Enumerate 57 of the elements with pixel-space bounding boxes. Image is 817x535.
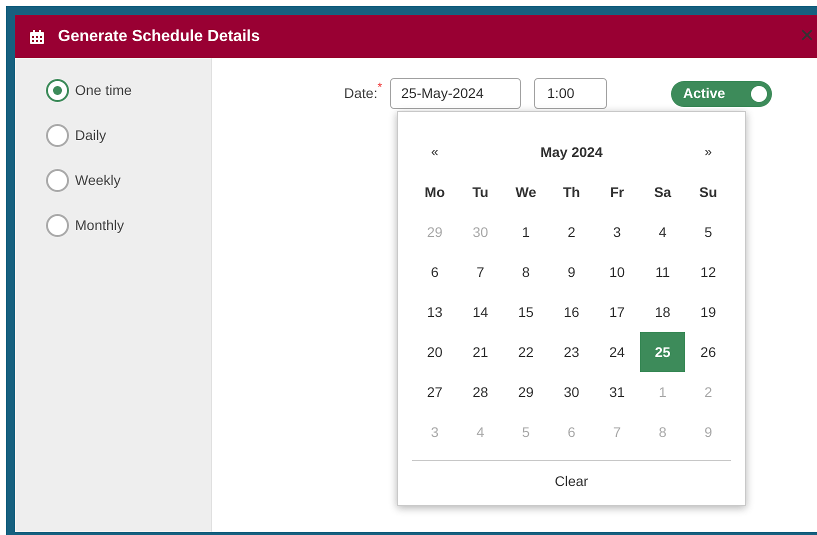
dialog-title: Generate Schedule Details bbox=[58, 26, 260, 46]
calendar-icon bbox=[29, 28, 45, 44]
weekday-header: Mo bbox=[424, 182, 446, 202]
calendar-day[interactable]: 24 bbox=[594, 332, 640, 372]
calendar-day[interactable]: 20 bbox=[412, 332, 458, 372]
calendar-day[interactable]: 28 bbox=[458, 372, 504, 412]
radio-button[interactable] bbox=[46, 214, 69, 237]
radio-button[interactable] bbox=[46, 169, 69, 192]
calendar-day[interactable]: 17 bbox=[594, 292, 640, 332]
calendar-day[interactable]: 29 bbox=[503, 372, 549, 412]
calendar-day[interactable]: 2 bbox=[548, 212, 594, 252]
calendar-day[interactable]: 16 bbox=[548, 292, 594, 332]
calendar-day[interactable]: 5 bbox=[685, 212, 731, 252]
calendar-day[interactable]: 8 bbox=[503, 252, 549, 292]
calendar-day[interactable]: 15 bbox=[503, 292, 549, 332]
active-toggle[interactable]: Active bbox=[671, 80, 772, 106]
calendar-day[interactable]: 23 bbox=[548, 332, 594, 372]
previous-month-button[interactable]: « bbox=[412, 132, 458, 172]
required-mark: * bbox=[377, 79, 382, 96]
radio-label: Weekly bbox=[75, 171, 121, 190]
calendar-day[interactable]: 30 bbox=[548, 372, 594, 412]
calendar-day[interactable]: 7 bbox=[458, 252, 504, 292]
calendar-day[interactable]: 25 bbox=[640, 332, 686, 372]
date-label: Date: bbox=[344, 84, 378, 103]
calendar-day[interactable]: 18 bbox=[640, 292, 686, 332]
calendar-day[interactable]: 27 bbox=[412, 372, 458, 412]
radio-button[interactable] bbox=[46, 79, 69, 102]
calendar-day[interactable]: 1 bbox=[503, 212, 549, 252]
radio-label: One time bbox=[75, 81, 132, 100]
weekday-header: Tu bbox=[471, 182, 490, 202]
weekday-header: Su bbox=[698, 182, 718, 202]
calendar-day[interactable]: 19 bbox=[685, 292, 731, 332]
calendar-day[interactable]: 11 bbox=[640, 252, 686, 292]
calendar-day[interactable]: 31 bbox=[594, 372, 640, 412]
date-field[interactable]: 25-May-2024 bbox=[390, 78, 522, 109]
weekday-header: We bbox=[514, 182, 538, 202]
calendar-day[interactable]: 13 bbox=[412, 292, 458, 332]
calendar-day[interactable]: 22 bbox=[503, 332, 549, 372]
radio-label: Daily bbox=[75, 126, 106, 145]
time-field[interactable]: 1:00 bbox=[534, 78, 608, 109]
weekday-header: Th bbox=[562, 182, 582, 202]
radio-label: Monthly bbox=[75, 216, 124, 235]
clear-button[interactable]: Clear bbox=[546, 471, 596, 492]
calendar-day[interactable]: 14 bbox=[458, 292, 504, 332]
calendar-day[interactable]: 9 bbox=[548, 252, 594, 292]
calendar-day[interactable]: 10 bbox=[594, 252, 640, 292]
weekday-header: Fr bbox=[609, 182, 626, 202]
weekday-header: Sa bbox=[653, 182, 672, 202]
month-title: May 2024 bbox=[539, 142, 604, 162]
calendar-day[interactable]: 6 bbox=[412, 252, 458, 292]
calendar-day[interactable]: 21 bbox=[458, 332, 504, 372]
calendar-day[interactable]: 12 bbox=[685, 252, 731, 292]
calendar-day[interactable]: 3 bbox=[594, 212, 640, 252]
calendar-day[interactable]: 26 bbox=[685, 332, 731, 372]
radio-button[interactable] bbox=[46, 124, 69, 147]
next-month-button[interactable]: » bbox=[685, 132, 731, 172]
calendar-day[interactable]: 4 bbox=[640, 212, 686, 252]
